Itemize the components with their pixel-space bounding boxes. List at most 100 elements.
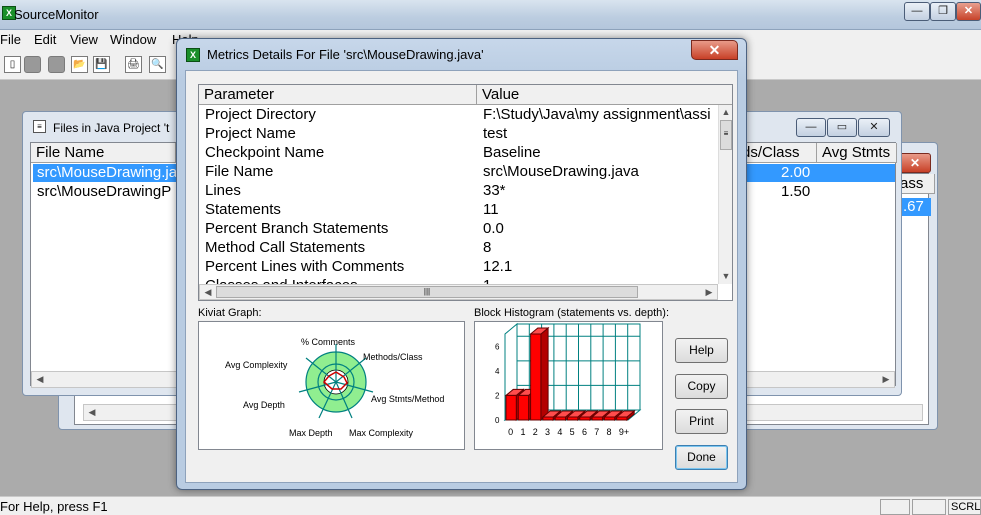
scroll-down-icon[interactable]: ▼ <box>719 269 732 284</box>
value-cell[interactable]: 0.0 <box>483 219 504 238</box>
parameter-cell[interactable]: Lines <box>205 181 241 200</box>
close-button[interactable]: ✕ <box>956 2 981 21</box>
kiviat-axis-label: Avg Depth <box>243 400 285 410</box>
new-file-icon[interactable]: ▯ <box>4 56 21 73</box>
print-icon[interactable]: 🖨 <box>125 56 142 73</box>
value-cell[interactable]: src\MouseDrawing.java <box>483 162 639 181</box>
done-button[interactable]: Done <box>675 445 728 470</box>
status-bar: For Help, press F1 SCRL <box>0 496 981 515</box>
copy-button[interactable]: Copy <box>675 374 728 399</box>
histogram-x-tick: 9+ <box>619 427 629 437</box>
value-cell[interactable]: 33* <box>483 181 506 200</box>
histogram-x-tick: 7 <box>594 427 599 437</box>
histogram-x-tick: 4 <box>557 427 562 437</box>
menu-file[interactable]: File <box>0 32 21 47</box>
files-window-title: Files in Java Project 't <box>53 121 170 135</box>
column-methods-class[interactable]: ds/Class <box>737 143 817 163</box>
histogram-y-tick: 2 <box>495 391 500 400</box>
scroll-up-icon[interactable]: ▲ <box>719 105 732 120</box>
parameter-cell[interactable]: Statements <box>205 200 281 219</box>
scroll-right-icon[interactable]: ▶ <box>878 372 894 387</box>
block-histogram: 0 2 4 6 0 1 2 3 4 5 6 7 8 9+ <box>474 321 663 450</box>
file-name-cell: src\MouseDrawing.ja <box>37 164 178 181</box>
parameter-cell[interactable]: File Name <box>205 162 273 181</box>
metrics-table: Parameter Value Project Directory F:\Stud… <box>198 84 733 301</box>
help-button[interactable]: Help <box>675 338 728 363</box>
histogram-x-tick: 1 <box>520 427 525 437</box>
histogram-bar <box>591 416 603 421</box>
gray-disabled-icon-2 <box>48 56 65 73</box>
print-button[interactable]: Print <box>675 409 728 434</box>
file-name-cell[interactable]: src\MouseDrawingP <box>37 183 171 201</box>
value-cell[interactable]: F:\Study\Java\my assignment\assi <box>483 105 711 124</box>
scroll-right-icon[interactable]: ▶ <box>701 285 717 300</box>
column-avg-stmts[interactable]: Avg Stmts <box>817 143 897 163</box>
histogram-bar <box>554 416 566 421</box>
menu-window[interactable]: Window <box>110 32 156 47</box>
dialog-close-icon[interactable]: ✕ <box>691 40 738 60</box>
table-vscroll[interactable]: ▲ ≡ ▼ <box>718 105 732 284</box>
histogram-x-tick: 8 <box>607 427 612 437</box>
scroll-thumb[interactable]: ≡ <box>720 120 732 150</box>
status-scrl: SCRL <box>948 499 981 515</box>
files-minimize-icon[interactable]: — <box>796 118 826 137</box>
dialog-title: Metrics Details For File 'src\MouseDrawi… <box>207 47 484 62</box>
value-cell[interactable]: 12.1 <box>483 257 512 276</box>
kiviat-axis-label: Max Depth <box>289 428 333 438</box>
status-pane <box>912 499 946 515</box>
histogram-x-tick: 6 <box>582 427 587 437</box>
histogram-x-tick: 0 <box>508 427 513 437</box>
parameter-cell[interactable]: Project Directory <box>205 105 316 124</box>
parameter-cell[interactable]: Percent Lines with Comments <box>205 257 404 276</box>
kiviat-axis-label: % Comments <box>301 337 356 347</box>
kiviat-axis-label: Max Complexity <box>349 428 414 438</box>
save-icon[interactable]: 💾 <box>93 56 110 73</box>
column-parameter[interactable]: Parameter <box>199 85 477 105</box>
back-selected-value[interactable]: .67 <box>901 198 931 216</box>
histogram-bar <box>530 333 542 421</box>
column-file-name[interactable]: File Name <box>31 143 176 163</box>
parameter-cell[interactable]: Method Call Statements <box>205 238 365 257</box>
scroll-left-icon[interactable]: ◀ <box>84 405 100 420</box>
status-help-text: For Help, press F1 <box>0 499 108 514</box>
restore-button[interactable]: ❐ <box>930 2 956 21</box>
histogram-y-tick: 0 <box>495 416 500 425</box>
scroll-left-icon[interactable]: ◀ <box>32 372 48 387</box>
histogram-label: Block Histogram (statements vs. depth): <box>474 307 670 319</box>
table-hscroll[interactable]: ◀ ||| ▶ <box>199 284 718 300</box>
histogram-svg: 02460 1 2 3 4 5 6 7 8 9+ <box>495 322 642 437</box>
histogram-x-tick: 5 <box>570 427 575 437</box>
histogram-bar-side <box>540 326 549 422</box>
dialog-logo-icon: X <box>186 48 200 62</box>
metrics-dialog: X Metrics Details For File 'src\MouseDra… <box>176 38 747 490</box>
histogram-bar <box>542 416 554 421</box>
minimize-button[interactable]: — <box>904 2 930 21</box>
parameter-cell[interactable]: Checkpoint Name <box>205 143 324 162</box>
histogram-x-tick: 3 <box>545 427 550 437</box>
menu-edit[interactable]: Edit <box>34 32 56 47</box>
histogram-bar <box>616 416 628 421</box>
status-pane <box>880 499 910 515</box>
value-cell[interactable]: test <box>483 124 507 143</box>
open-folder-icon[interactable]: 📂 <box>71 56 88 73</box>
kiviat-graph: % Comments Methods/Class Avg Stmts/Metho… <box>198 321 465 450</box>
hscroll-thumb[interactable]: ||| <box>216 286 638 298</box>
histogram-bar <box>505 394 517 421</box>
histogram-bar <box>603 416 616 421</box>
methods-class-cell: 2.00 <box>781 164 811 181</box>
scroll-left-icon[interactable]: ◀ <box>200 285 216 300</box>
gray-disabled-icon <box>24 56 41 73</box>
kiviat-svg: % Comments Methods/Class Avg Stmts/Metho… <box>225 337 444 438</box>
print-preview-icon[interactable]: 🔍 <box>149 56 166 73</box>
files-close-icon[interactable]: ✕ <box>858 118 890 137</box>
histogram-x-tick: 2 <box>533 427 538 437</box>
value-cell[interactable]: 8 <box>483 238 491 257</box>
back-close-icon[interactable]: ✕ <box>899 153 931 173</box>
parameter-cell[interactable]: Project Name <box>205 124 296 143</box>
files-restore-icon[interactable]: ▭ <box>827 118 857 137</box>
parameter-cell[interactable]: Percent Branch Statements <box>205 219 388 238</box>
value-cell[interactable]: Baseline <box>483 143 541 162</box>
menu-view[interactable]: View <box>70 32 98 47</box>
value-cell[interactable]: 11 <box>483 200 499 219</box>
column-value[interactable]: Value <box>477 85 732 105</box>
